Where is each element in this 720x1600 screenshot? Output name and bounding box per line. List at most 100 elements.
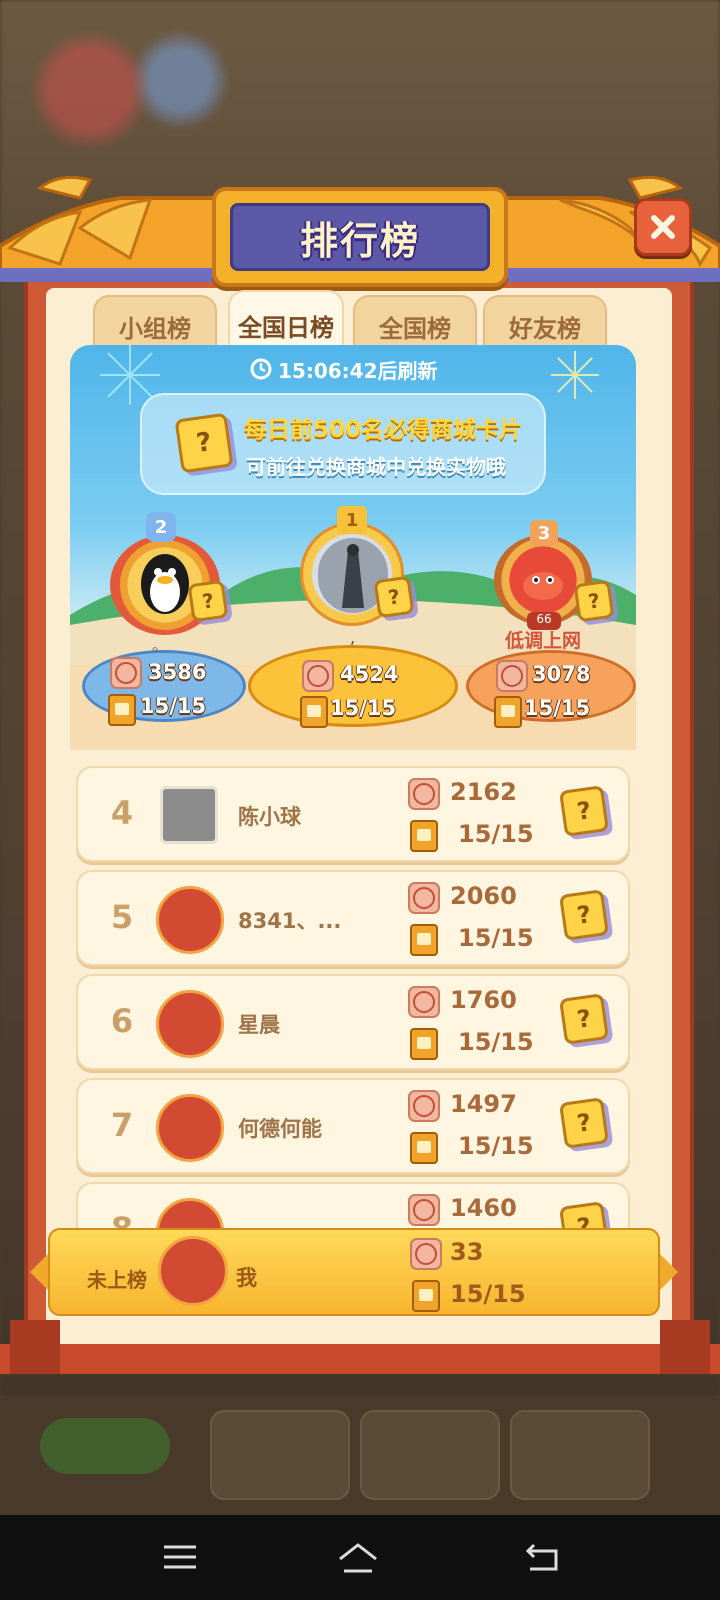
rank-number: 2	[154, 516, 168, 538]
blessing-icon	[110, 657, 142, 689]
avatar[interactable]	[156, 990, 224, 1058]
row-score: 1760	[450, 986, 517, 1014]
list-item[interactable]: 6 星晨 1760 15/15 ?	[76, 974, 630, 1070]
rank-badge-second: 2	[146, 512, 176, 542]
blessing-icon	[496, 660, 528, 692]
third-name: 低调上网	[505, 630, 582, 652]
second-books: 15/15	[140, 694, 207, 718]
row-rank: 4	[110, 794, 134, 832]
card-symbol: ?	[575, 796, 593, 826]
row-name: 8341、...	[238, 909, 342, 933]
row-score: 1460	[450, 1194, 517, 1222]
card-icon[interactable]: ?	[373, 575, 415, 619]
ranking-list[interactable]: 4 陈小球 2162 15/15 ? 5 8341、... 2060 15/15…	[70, 750, 636, 1245]
card-symbol: ?	[575, 1108, 593, 1138]
avatar[interactable]	[160, 786, 218, 844]
row-books: 15/15	[458, 1028, 534, 1056]
banner-title: 每日前500名必得商城卡片	[244, 417, 523, 443]
my-avatar[interactable]	[158, 1236, 228, 1306]
row-rank: 5	[110, 898, 134, 936]
book-icon	[410, 924, 438, 956]
refresh-text: 15:06:42后刷新	[278, 358, 438, 383]
card-icon[interactable]: ?	[187, 579, 229, 623]
card-symbol: ?	[194, 427, 214, 459]
background-panel	[510, 1410, 650, 1500]
row-books: 15/15	[458, 924, 534, 952]
book-icon	[410, 1028, 438, 1060]
refresh-timer: 15:06:42后刷新	[250, 352, 470, 386]
system-nav-bar	[0, 1515, 720, 1600]
blessing-icon	[408, 1090, 440, 1122]
book-icon	[410, 820, 438, 852]
book-icon	[108, 694, 136, 726]
card-icon[interactable]: ?	[559, 889, 609, 941]
my-rank-row[interactable]: 未上榜 我 33 15/15	[30, 1228, 678, 1316]
card-icon[interactable]: ?	[573, 579, 615, 623]
bottom-trim	[0, 1320, 720, 1374]
crab-avatar	[523, 572, 563, 600]
card-icon[interactable]: ?	[559, 785, 609, 837]
first-score: 4524	[340, 662, 399, 686]
row-score: 2162	[450, 778, 517, 806]
rank-badge-third: 3	[530, 520, 558, 546]
row-score: 2060	[450, 882, 517, 910]
title-board: 排行榜	[212, 187, 508, 287]
my-score: 33	[450, 1238, 484, 1266]
book-icon	[494, 696, 522, 728]
card-symbol: ?	[200, 588, 216, 614]
penguin-avatar	[141, 554, 189, 614]
close-icon	[651, 215, 675, 239]
background-panel	[360, 1410, 500, 1500]
row-rank: 6	[110, 1002, 134, 1040]
back-icon[interactable]	[520, 1537, 564, 1577]
my-rank-status: 未上榜	[87, 1268, 147, 1292]
book-icon	[410, 1132, 438, 1164]
card-symbol: ?	[575, 1004, 593, 1034]
rank-number: 1	[345, 509, 359, 531]
third-books: 15/15	[524, 696, 591, 720]
blessing-icon	[302, 660, 334, 692]
book-icon	[300, 696, 328, 728]
second-name: 。	[152, 636, 169, 655]
avatar[interactable]	[156, 886, 224, 954]
rank-number: 3	[537, 522, 551, 544]
list-item[interactable]: 5 8341、... 2060 15/15 ?	[76, 870, 630, 966]
tab-label: 好友榜	[509, 314, 581, 343]
first-name: ,	[350, 628, 356, 647]
row-books: 15/15	[458, 1132, 534, 1160]
tab-label: 全国日榜	[238, 313, 334, 342]
background-button	[40, 1418, 170, 1474]
book-icon	[412, 1280, 440, 1312]
row-score: 1497	[450, 1090, 517, 1118]
home-icon[interactable]	[336, 1537, 380, 1577]
row-rank: 7	[110, 1106, 134, 1144]
row-name: 星晨	[238, 1013, 280, 1037]
list-item[interactable]: 7 何德何能 1497 15/15 ?	[76, 1078, 630, 1174]
card-symbol: ?	[575, 900, 593, 930]
card-icon: ?	[174, 412, 234, 474]
blessing-icon	[408, 1194, 440, 1226]
second-score: 3586	[148, 660, 207, 684]
clock-icon	[250, 358, 272, 380]
card-icon[interactable]: ?	[559, 993, 609, 1045]
card-symbol: ?	[586, 588, 602, 614]
card-icon[interactable]: ?	[559, 1097, 609, 1149]
background-panel	[210, 1410, 350, 1500]
blessing-icon	[408, 882, 440, 914]
blessing-icon	[408, 986, 440, 1018]
blessing-icon	[410, 1238, 442, 1270]
third-score: 3078	[532, 662, 591, 686]
menu-icon[interactable]	[158, 1537, 202, 1577]
list-item[interactable]: 4 陈小球 2162 15/15 ?	[76, 766, 630, 862]
rank-badge-first: 1	[337, 506, 367, 534]
banner-subtitle: 可前往兑换商城中兑换实物哦	[246, 455, 506, 479]
page-title: 排行榜	[299, 218, 420, 263]
tab-label: 小组榜	[119, 314, 191, 343]
card-symbol: ?	[386, 584, 402, 610]
blessing-icon	[408, 778, 440, 810]
row-name: 陈小球	[238, 805, 301, 829]
row-books: 15/15	[458, 820, 534, 848]
close-button[interactable]	[634, 198, 692, 256]
row-name: 何德何能	[238, 1117, 322, 1141]
avatar[interactable]	[156, 1094, 224, 1162]
